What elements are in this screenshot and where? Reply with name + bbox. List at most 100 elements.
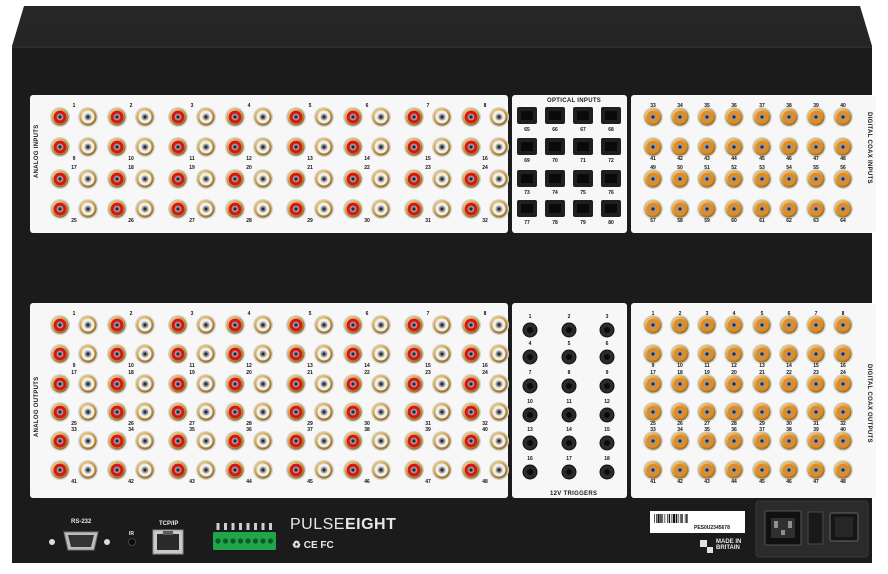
port-number: 36 (246, 427, 252, 433)
analog-jack (371, 199, 391, 219)
analog-jack (489, 137, 509, 157)
port-number: 24 (482, 370, 488, 376)
analog-jack (107, 344, 127, 364)
port-number: 22 (364, 370, 370, 376)
analog-jack (432, 344, 452, 364)
analog-jack (168, 460, 188, 480)
port-number: 10 (128, 156, 134, 162)
optical-port (545, 138, 565, 155)
analog-jack (253, 315, 273, 335)
port-number: 16 (482, 156, 488, 162)
port-number: 4 (528, 341, 532, 347)
coax-jack (752, 315, 772, 335)
trigger-jack (599, 407, 615, 423)
port-number: 7 (426, 103, 430, 109)
coax-jack (833, 431, 853, 451)
analog-jack (107, 402, 127, 422)
port-number: 40 (840, 103, 846, 109)
analog-jack (196, 137, 216, 157)
analog-jack (286, 315, 306, 335)
analog-jack (135, 374, 155, 394)
port-number: 48 (482, 479, 488, 485)
port-number: 59 (704, 218, 710, 224)
port-number: 11 (704, 363, 710, 369)
port-number: 12 (246, 156, 252, 162)
coax-jack (670, 169, 690, 189)
optical-port (573, 170, 593, 187)
coax-jack (779, 107, 799, 127)
analog-jack (135, 199, 155, 219)
port-number: 12 (246, 363, 252, 369)
coax-jack (779, 460, 799, 480)
optical-port (545, 170, 565, 187)
coax-jack (670, 402, 690, 422)
port-number: 47 (813, 156, 819, 162)
port-number: 39 (425, 427, 431, 433)
port-number: 48 (840, 479, 846, 485)
analog-jack (432, 374, 452, 394)
coax-jack (806, 374, 826, 394)
port-number: 11 (189, 156, 195, 162)
port-number: 42 (677, 156, 683, 162)
port-number: 68 (608, 127, 614, 133)
port-number: 35 (704, 427, 710, 433)
analog-jack (78, 431, 98, 451)
analog-jack (432, 431, 452, 451)
coax-jack (779, 315, 799, 335)
port-number: 41 (71, 479, 77, 485)
port-number: 41 (650, 479, 656, 485)
analog-jack (253, 169, 273, 189)
coax-jack (779, 137, 799, 157)
ir-label: IR (129, 531, 134, 537)
analog-jack (78, 107, 98, 127)
coax-jack (752, 460, 772, 480)
coax-jack (697, 344, 717, 364)
terminal-block (213, 532, 276, 550)
coax-jack (724, 460, 744, 480)
analog-jack (135, 402, 155, 422)
port-number: 45 (307, 479, 313, 485)
port-number: 63 (813, 218, 819, 224)
port-number: 46 (364, 479, 370, 485)
analog-jack (461, 199, 481, 219)
coax-jack (724, 107, 744, 127)
analog-jack (50, 374, 70, 394)
serial-number: PES0U2345678 (694, 525, 730, 531)
port-number: 22 (786, 370, 792, 376)
port-number: 40 (482, 427, 488, 433)
coax-jack (697, 374, 717, 394)
trigger-jack (522, 407, 538, 423)
coax-jack (697, 169, 717, 189)
port-number: 39 (813, 103, 819, 109)
port-number: 4 (732, 311, 736, 317)
port-number: 65 (524, 127, 530, 133)
analog-jack (168, 199, 188, 219)
port-number: 1 (72, 311, 76, 317)
terminal-screw (252, 538, 259, 544)
coax-jack (806, 344, 826, 364)
port-number: 37 (759, 427, 765, 433)
triggers-label: 12V TRIGGERS (550, 491, 598, 497)
analog-jack (78, 315, 98, 335)
coax-jack (779, 374, 799, 394)
analog-jack (343, 374, 363, 394)
analog-jack (371, 107, 391, 127)
coax-jack (806, 315, 826, 335)
port-number: 6 (365, 311, 369, 317)
port-number: 17 (650, 370, 656, 376)
port-number: 9 (72, 156, 76, 162)
port-number: 23 (425, 165, 431, 171)
analog-jack (225, 431, 245, 451)
coax-jack (833, 344, 853, 364)
analog-jack (432, 315, 452, 335)
coax-jack (752, 344, 772, 364)
port-number: 2 (129, 311, 133, 317)
analog-jack (371, 374, 391, 394)
port-number: 70 (552, 158, 558, 164)
analog-jack (404, 402, 424, 422)
port-number: 44 (731, 156, 737, 162)
coax-jack (643, 402, 663, 422)
coax-jack (670, 315, 690, 335)
port-number: 41 (650, 156, 656, 162)
coax-jack (697, 402, 717, 422)
